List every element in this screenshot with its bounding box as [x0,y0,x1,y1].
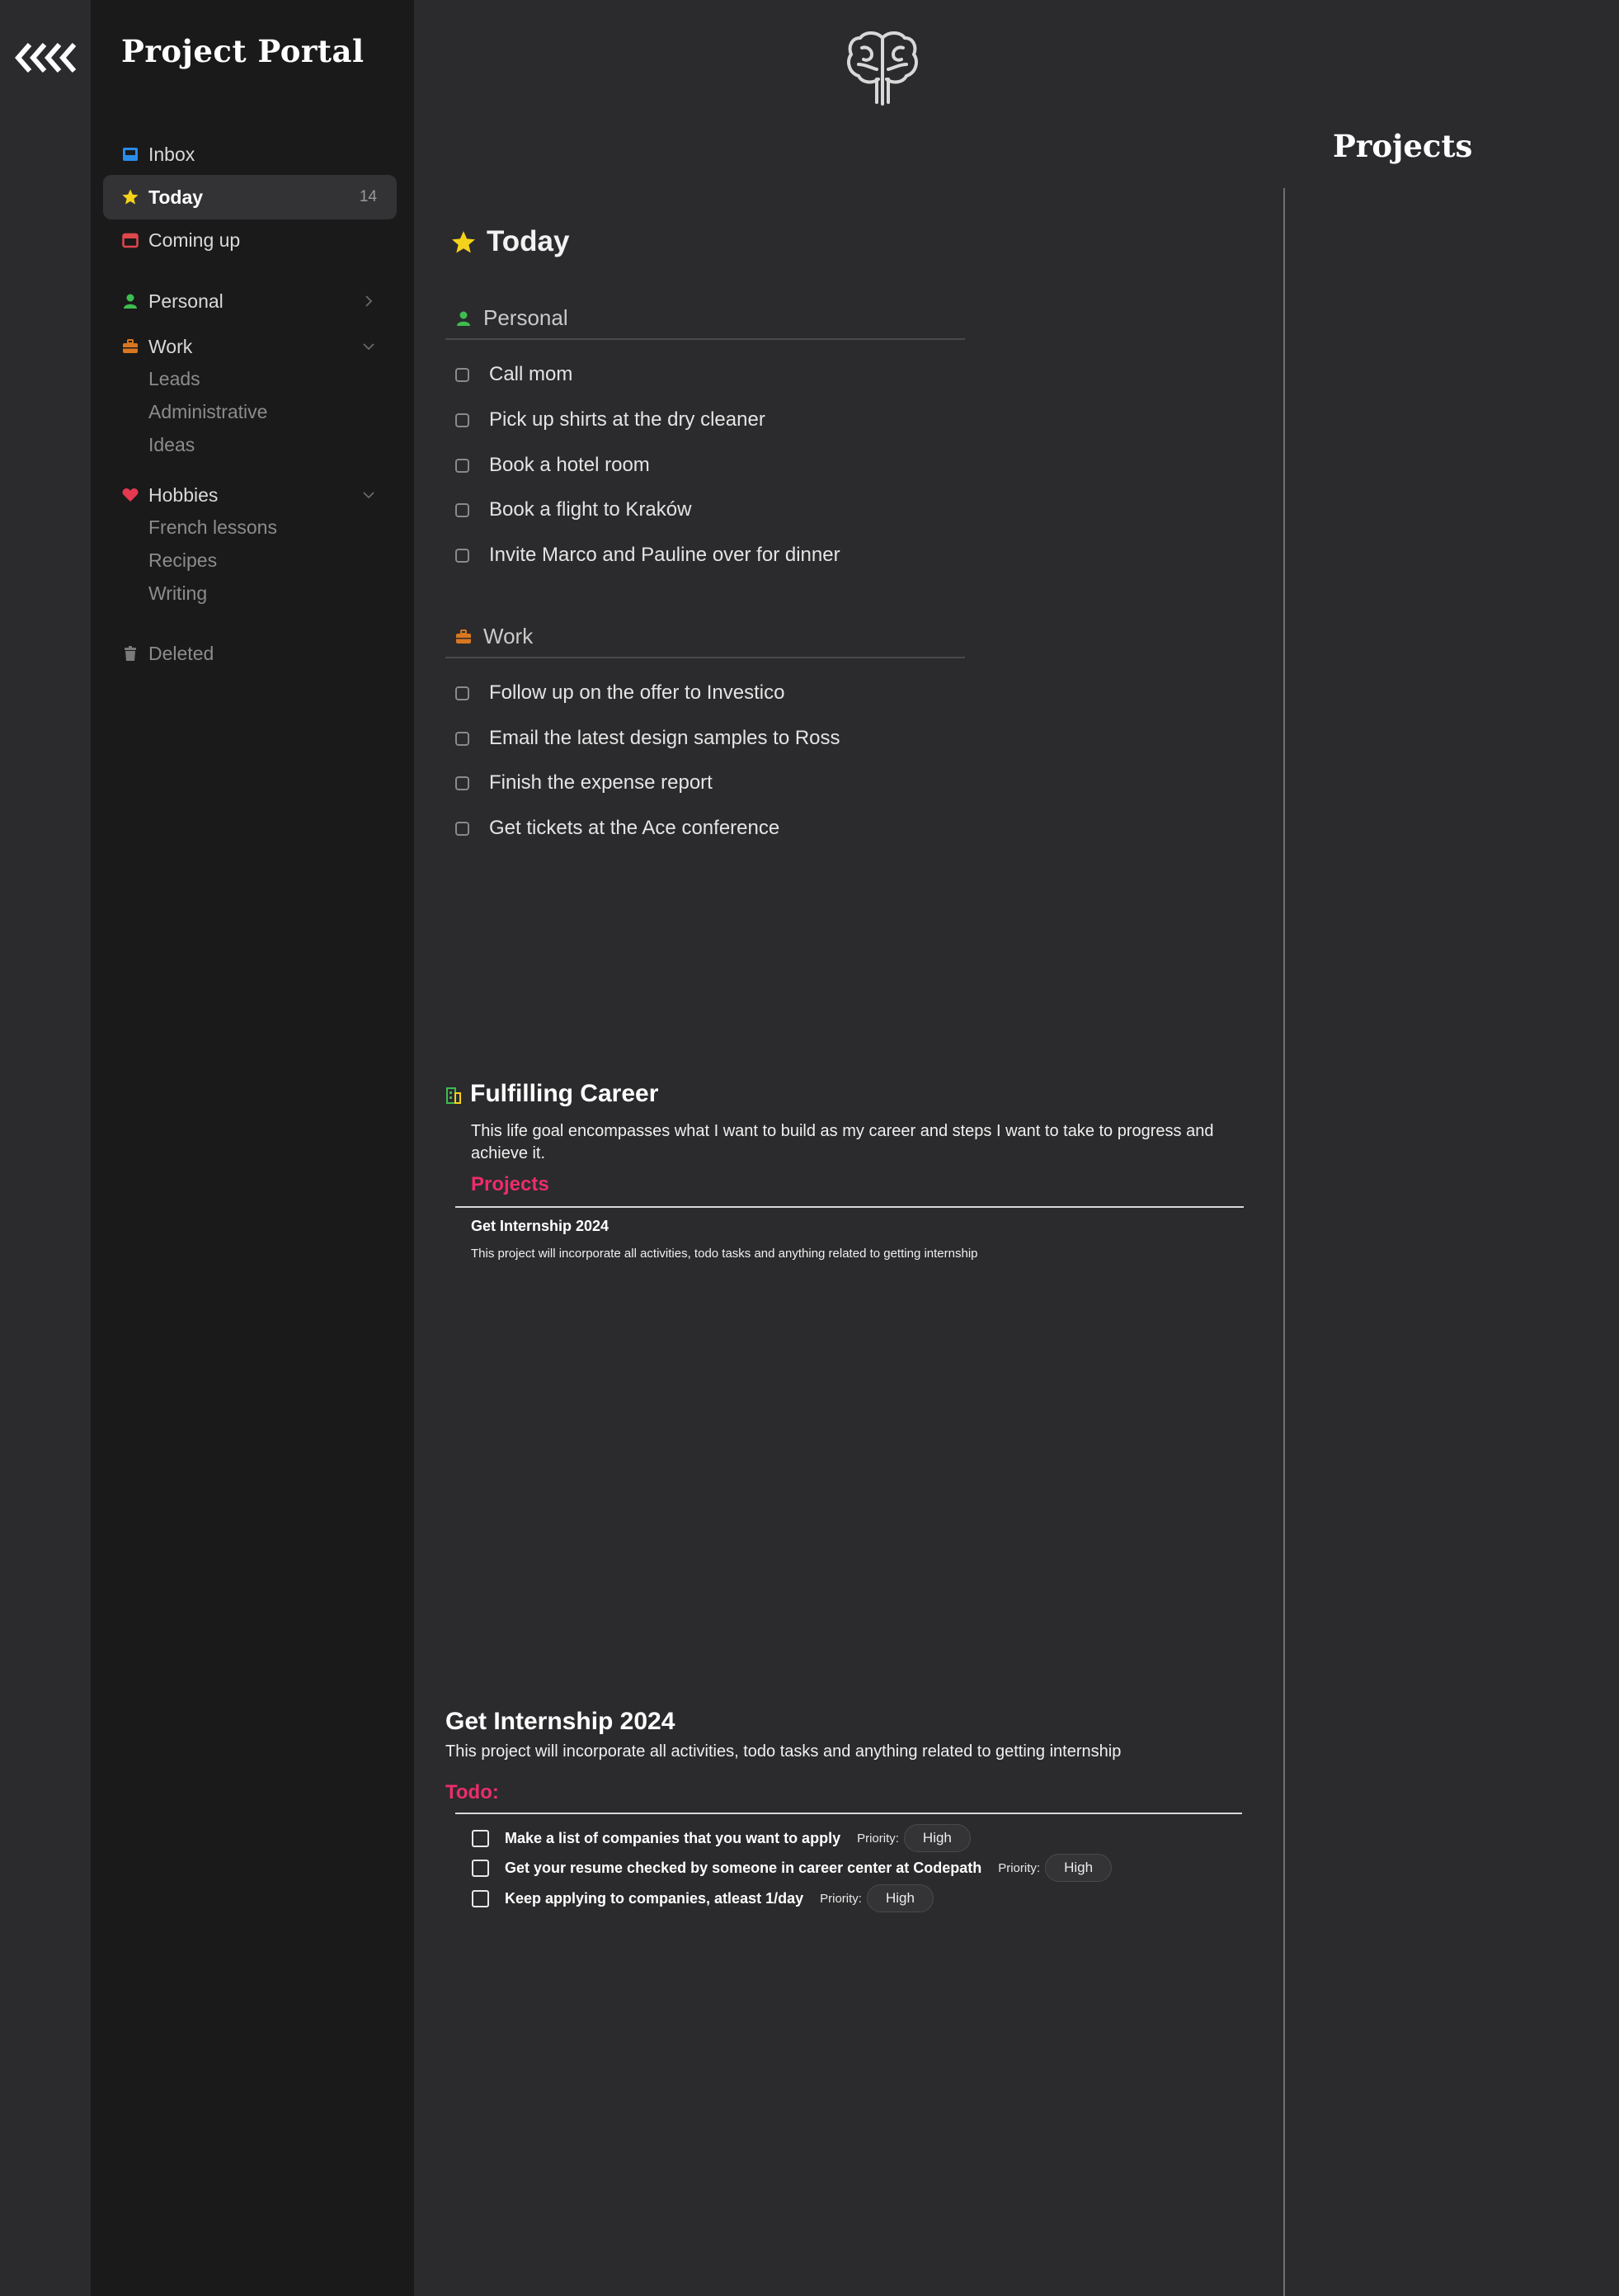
divider [455,1813,1242,1814]
sidebar-subitem-french-lessons[interactable]: French lessons [148,516,277,539]
left-rail [0,0,91,2296]
sidebar-subitem-ideas[interactable]: Ideas [148,434,195,456]
todo-label: Todo: [445,1781,499,1803]
section-title: Personal [483,305,568,330]
task-item[interactable]: Email the latest design samples to Ross [455,722,840,755]
task-label: Finish the expense report [489,771,713,794]
sidebar-item-label: Personal [148,290,224,312]
todo-checkbox[interactable] [472,1889,489,1907]
task-checkbox[interactable] [455,367,469,382]
task-label: Book a hotel room [489,454,650,476]
briefcase-icon [456,629,471,644]
sidebar-item-label: Hobbies [148,483,219,506]
inbox-icon [123,148,138,161]
brain-logo-icon [847,31,918,106]
projects-heading: Projects [1333,128,1473,164]
priority-badge[interactable]: High [866,1884,934,1912]
task-checkbox[interactable] [455,413,469,427]
sidebar-item-work[interactable]: Work [103,324,397,369]
task-label: Invite Marco and Pauline over for dinner [489,544,840,566]
priority-badge[interactable]: High [1045,1854,1113,1882]
task-label: Get tickets at the Ace conference [489,817,780,839]
sidebar-item-hobbies[interactable]: Hobbies [103,473,397,517]
heart-icon [122,488,139,502]
sidebar-item-label: Deleted [148,642,214,664]
todo-item: Keep applying to companies, atleast 1/da… [472,1883,934,1913]
priority-label: Priority: [820,1891,862,1906]
person-icon [457,311,470,326]
star-icon [452,231,475,253]
sidebar-subitem-leads[interactable]: Leads [148,368,200,390]
todo-item: Get your resume checked by someone in ca… [472,1853,1113,1883]
task-checkbox[interactable] [455,548,469,563]
sidebar-subitem-recipes[interactable]: Recipes [148,549,217,572]
section-header-personal: Personal [445,301,965,340]
divider [455,1206,1244,1208]
task-checkbox[interactable] [455,821,469,836]
sidebar-item-label: Work [148,335,193,357]
task-item[interactable]: Finish the expense report [455,766,713,799]
task-label: Book a flight to Kraków [489,498,692,521]
todo-item: Make a list of companies that you want t… [472,1823,971,1853]
project-card-description: This project will incorporate all activi… [471,1247,978,1261]
task-checkbox[interactable] [455,686,469,700]
task-item[interactable]: Invite Marco and Pauline over for dinner [455,539,840,572]
panel-divider [1283,188,1285,2296]
priority-badge[interactable]: High [903,1824,971,1852]
task-label: Email the latest design samples to Ross [489,727,840,749]
sidebar-item-today[interactable]: Today 14 [103,175,397,219]
sidebar-item-label: Coming up [148,229,241,251]
briefcase-icon [123,339,138,353]
calendar-icon [122,233,139,248]
app-brand: Project Portal [121,33,365,69]
task-checkbox[interactable] [455,502,469,517]
sidebar-item-personal[interactable]: Personal [103,279,397,323]
task-label: Pick up shirts at the dry cleaner [489,408,765,431]
goal-description: This life goal encompasses what I want t… [471,1122,1214,1162]
sidebar-item-inbox[interactable]: Inbox [103,132,397,177]
chevron-down-icon[interactable] [362,488,375,502]
chevron-right-icon[interactable] [362,295,375,308]
task-item[interactable]: Book a hotel room [455,449,650,482]
project-description: This project will incorporate all activi… [445,1742,1122,1761]
task-checkbox[interactable] [455,776,469,790]
task-item[interactable]: Get tickets at the Ace conference [455,812,779,845]
task-checkbox[interactable] [455,458,469,473]
trash-icon [125,646,136,661]
task-item[interactable]: Call mom [455,358,572,391]
sidebar-item-deleted[interactable]: Deleted [103,631,397,676]
todo-text: Get your resume checked by someone in ca… [505,1859,982,1876]
todo-checkbox[interactable] [472,1829,489,1847]
project-title: Get Internship 2024 [445,1708,675,1735]
todo-checkbox[interactable] [472,1859,489,1877]
task-label: Follow up on the offer to Investico [489,681,785,704]
todo-text: Make a list of companies that you want t… [505,1829,841,1846]
page-title: Today [487,225,570,257]
sidebar-item-label: Inbox [148,143,195,165]
projects-label: Projects [471,1173,549,1195]
task-item[interactable]: Follow up on the offer to Investico [455,677,784,710]
sidebar-item-label: Today [148,186,204,208]
today-count-badge: 14 [359,188,377,205]
person-icon [124,294,137,309]
collapse-sidebar-icon[interactable] [13,41,76,74]
goal-title: Fulfilling Career [470,1080,659,1107]
todo-text: Keep applying to companies, atleast 1/da… [505,1889,804,1907]
priority-label: Priority: [998,1860,1041,1875]
task-checkbox[interactable] [455,731,469,746]
project-card-title[interactable]: Get Internship 2024 [471,1218,609,1235]
sidebar-item-coming-up[interactable]: Coming up [103,218,397,262]
sidebar-subitem-administrative[interactable]: Administrative [148,401,267,423]
building-icon [446,1087,461,1104]
task-label: Call mom [489,363,573,385]
section-header-work: Work [445,620,965,658]
sidebar-subitem-writing[interactable]: Writing [148,582,207,605]
task-item[interactable]: Book a flight to Kraków [455,493,691,526]
star-icon [122,189,139,205]
chevron-down-icon[interactable] [362,340,375,353]
priority-label: Priority: [857,1831,899,1846]
task-item[interactable]: Pick up shirts at the dry cleaner [455,403,765,436]
section-title: Work [483,624,534,648]
